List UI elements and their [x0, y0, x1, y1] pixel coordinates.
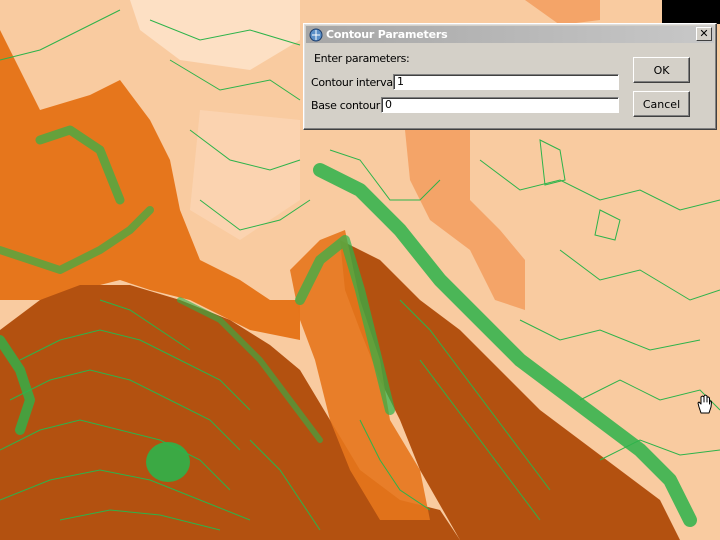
map-app-icon — [309, 28, 323, 41]
enter-parameters-label: Enter parameters: — [314, 52, 410, 65]
contour-interval-label: Contour interval: — [311, 76, 399, 89]
ok-button[interactable]: OK — [633, 57, 690, 83]
screen-edge-black — [662, 0, 720, 24]
base-contour-label: Base contour: — [311, 99, 384, 112]
cancel-button[interactable]: Cancel — [633, 91, 690, 117]
contour-parameters-dialog: Contour Parameters ✕ Enter parameters: C… — [303, 23, 717, 130]
dialog-titlebar[interactable]: Contour Parameters ✕ — [306, 26, 714, 43]
dialog-title: Contour Parameters — [326, 28, 448, 41]
hand-cursor-icon — [697, 394, 712, 414]
base-contour-input[interactable]: 0 — [381, 97, 619, 113]
contour-interval-input[interactable]: 1 — [393, 74, 619, 90]
close-button[interactable]: ✕ — [696, 27, 712, 41]
close-icon: ✕ — [699, 27, 709, 40]
